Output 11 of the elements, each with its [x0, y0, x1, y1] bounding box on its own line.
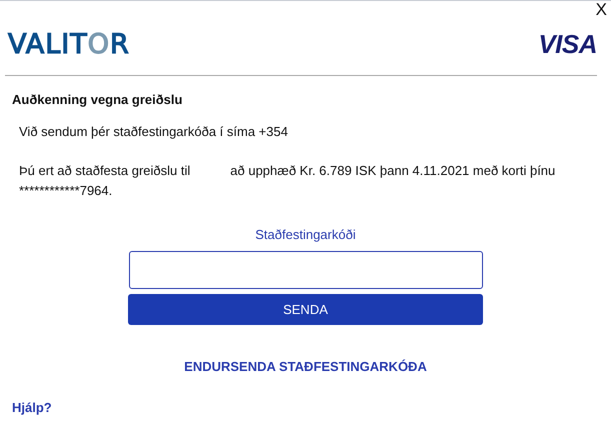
close-button[interactable]: X: [592, 1, 611, 19]
resend-code-link[interactable]: ENDURSENDA STAÐFESTINGARKÓÐA: [184, 359, 427, 374]
send-button[interactable]: SENDA: [128, 294, 483, 325]
visa-logo: VISA: [538, 28, 597, 60]
code-input-field[interactable]: [128, 251, 482, 289]
field-label: Staðfestingarkóði: [255, 227, 356, 242]
code-sent-text: Við sendum þér staðfestingarkóða í síma +354: [19, 124, 289, 139]
help-link[interactable]: Hjálp?: [12, 400, 52, 415]
valitor-logo: VALITOR: [8, 28, 130, 60]
payment-text: Þú ert að staðfesta greiðslu til að upphæð Kr. 6.789 ISK þann 4.11.2021 með korti þínu ************7964.: [19, 162, 556, 200]
page-heading: Auðkenning vegna greiðslu: [12, 92, 184, 107]
